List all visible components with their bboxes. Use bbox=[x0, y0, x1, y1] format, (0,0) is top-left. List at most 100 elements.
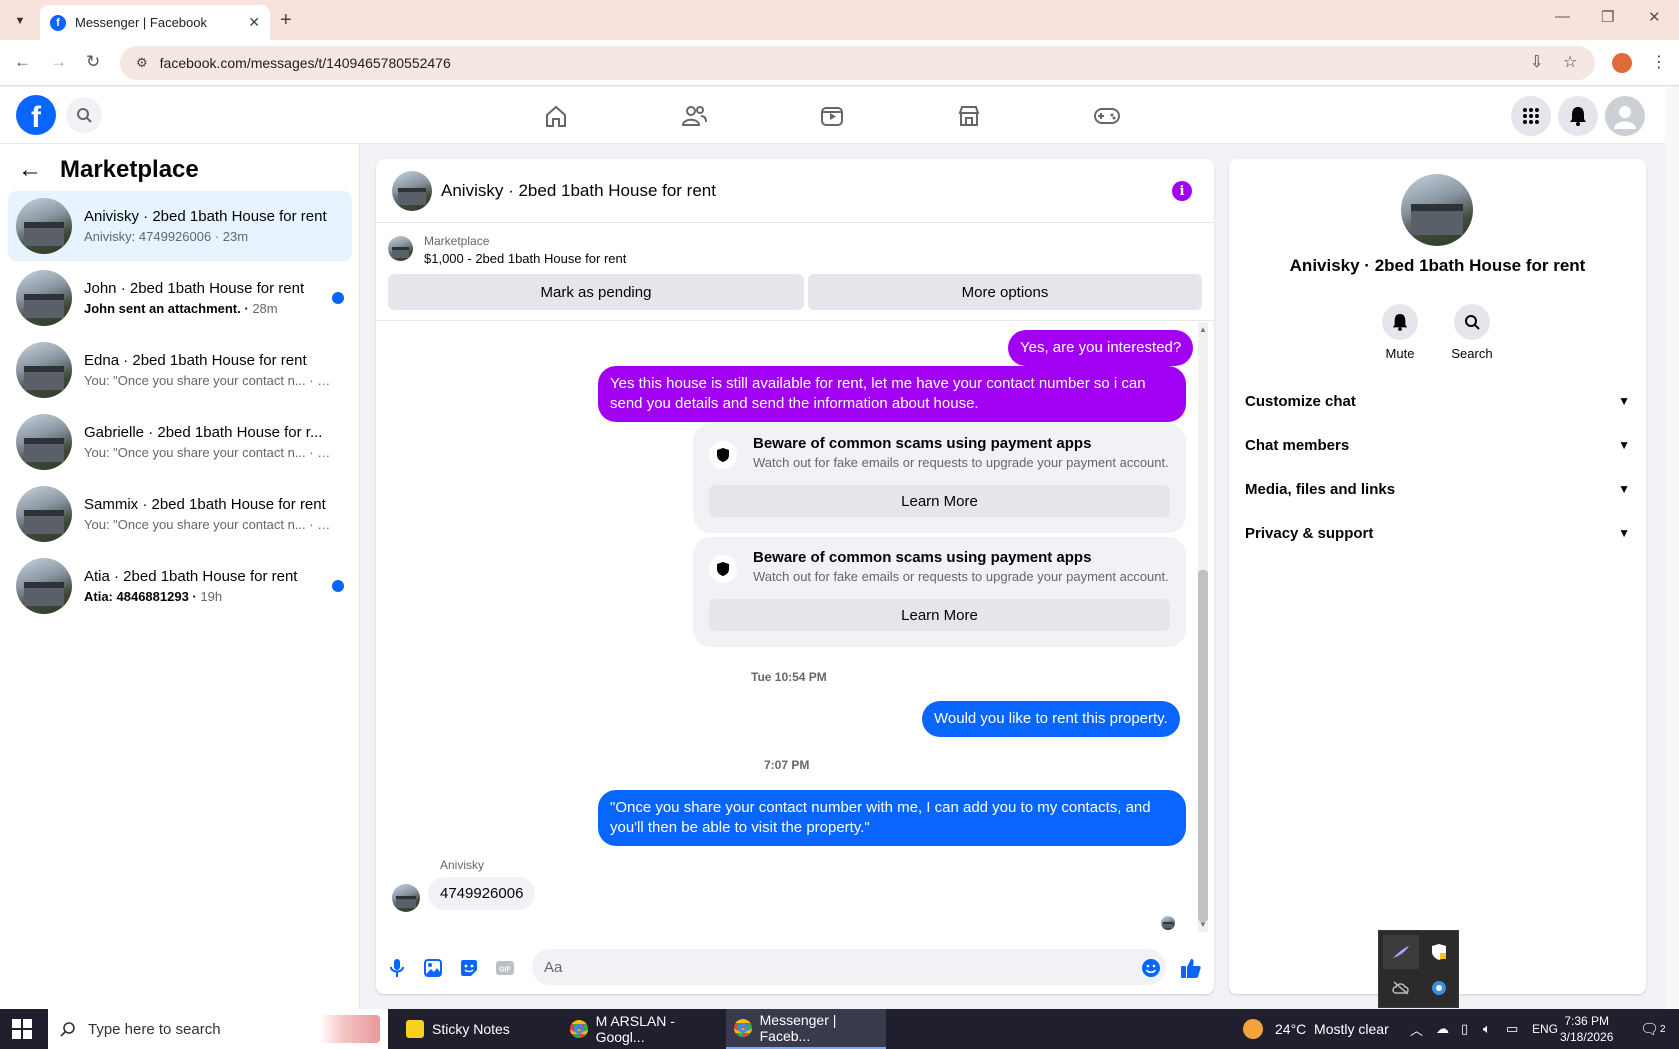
incoming-message[interactable]: 4749926006 bbox=[428, 877, 536, 910]
chat-title[interactable]: Anivisky · 2bed 1bath House for rent bbox=[441, 181, 716, 201]
conversation-item[interactable]: Gabrielle · 2bed 1bath House for r... Yo… bbox=[8, 407, 352, 477]
reload-icon[interactable]: ↻ bbox=[86, 52, 100, 72]
conversation-preview: Atia: 4846881293 bbox=[84, 589, 189, 604]
address-bar[interactable]: ⚙ facebook.com/messages/t/14094657805524… bbox=[120, 46, 1595, 80]
conversation-time: 28m bbox=[252, 301, 278, 316]
network-icon[interactable]: ▭ bbox=[1506, 1009, 1518, 1049]
mark-as-pending-button[interactable]: Mark as pending bbox=[388, 274, 804, 310]
mute-label: Mute bbox=[1385, 346, 1415, 361]
listing-banner-thumbnail[interactable] bbox=[388, 236, 413, 261]
listing-thumbnail bbox=[16, 342, 72, 398]
customize-chat-row[interactable]: Customize chat ▼ bbox=[1245, 383, 1630, 419]
windows-taskbar: Type here to search Sticky Notes M ARSLA… bbox=[0, 1009, 1679, 1049]
thumbs-up-icon[interactable] bbox=[1180, 957, 1202, 979]
conversation-preview: You: "Once you share your contact n... bbox=[84, 517, 306, 532]
app-tray-icon[interactable] bbox=[1421, 971, 1457, 1005]
clock-date: 3/18/2026 bbox=[1560, 1030, 1614, 1044]
account-avatar-button[interactable] bbox=[1605, 96, 1645, 136]
chat-scrollbar-thumb[interactable] bbox=[1198, 570, 1208, 922]
search-in-conversation-button[interactable]: Search bbox=[1442, 304, 1502, 361]
security-shield-icon[interactable] bbox=[1421, 935, 1457, 969]
search-label: Search bbox=[1451, 346, 1493, 361]
menu-grid-button[interactable] bbox=[1511, 96, 1551, 136]
notification-count: 2 bbox=[1660, 1023, 1666, 1035]
cloud-offline-icon[interactable] bbox=[1383, 971, 1419, 1005]
learn-more-button[interactable]: Learn More bbox=[709, 599, 1170, 631]
outgoing-message[interactable]: Yes this house is still available for re… bbox=[598, 366, 1186, 422]
show-hidden-icons-chevron-icon[interactable]: ︿ bbox=[1410, 1009, 1423, 1049]
taskbar-app-sticky-notes[interactable]: Sticky Notes bbox=[398, 1009, 558, 1049]
friends-nav-icon[interactable] bbox=[679, 101, 709, 131]
privacy-support-row[interactable]: Privacy & support ▼ bbox=[1245, 515, 1630, 551]
conversation-item[interactable]: Edna · 2bed 1bath House for rent You: "O… bbox=[8, 335, 352, 405]
conversation-name: Atia · 2bed 1bath House for rent bbox=[84, 568, 298, 585]
forward-icon[interactable]: → bbox=[50, 52, 67, 72]
new-tab-icon[interactable]: + bbox=[280, 9, 292, 32]
notifications-button[interactable] bbox=[1558, 96, 1598, 136]
page-scrollbar[interactable] bbox=[1665, 87, 1679, 1009]
back-arrow-icon[interactable]: ← bbox=[18, 156, 42, 184]
volume-icon[interactable]: 🔈︎ bbox=[1483, 1009, 1491, 1049]
conversation-item[interactable]: Anivisky · 2bed 1bath House for rent Ani… bbox=[8, 191, 352, 261]
battery-icon[interactable]: ▯ bbox=[1461, 1009, 1468, 1049]
taskbar-app-label: Sticky Notes bbox=[432, 1021, 510, 1037]
learn-more-button[interactable]: Learn More bbox=[709, 485, 1170, 517]
tab-search-chevron-icon[interactable]: ▼ bbox=[8, 9, 32, 33]
close-window-icon[interactable]: ✕ bbox=[1648, 8, 1661, 26]
mute-button[interactable]: Mute bbox=[1370, 304, 1430, 361]
media-files-links-row[interactable]: Media, files and links ▼ bbox=[1245, 471, 1630, 507]
sticker-icon[interactable] bbox=[458, 957, 480, 979]
shield-icon bbox=[709, 555, 737, 583]
browser-menu-icon[interactable]: ⋮ bbox=[1651, 52, 1667, 72]
bell-icon bbox=[1570, 107, 1586, 126]
outgoing-message[interactable]: Would you like to rent this property. bbox=[922, 701, 1180, 737]
back-icon[interactable]: ← bbox=[14, 52, 31, 72]
photo-icon[interactable] bbox=[422, 957, 444, 979]
outgoing-message[interactable]: "Once you share your contact number with… bbox=[598, 790, 1186, 846]
weather-widget[interactable]: 24°C Mostly clear bbox=[1243, 1009, 1389, 1049]
sender-avatar[interactable] bbox=[392, 884, 420, 912]
marketplace-nav-icon[interactable] bbox=[954, 101, 984, 131]
taskbar-app-chrome-arslan[interactable]: M ARSLAN - Googl... bbox=[562, 1009, 722, 1049]
gaming-nav-icon[interactable] bbox=[1092, 101, 1122, 131]
language-indicator[interactable]: ENG bbox=[1532, 1009, 1558, 1049]
listing-price[interactable]: $1,000 - 2bed 1bath House for rent bbox=[424, 251, 626, 266]
scroll-up-icon[interactable]: ▲ bbox=[1199, 325, 1207, 334]
install-app-icon[interactable]: ⇩ bbox=[1530, 52, 1543, 72]
microphone-icon[interactable] bbox=[386, 957, 408, 979]
site-info-icon[interactable]: ⚙ bbox=[136, 55, 148, 71]
conversation-item[interactable]: Atia · 2bed 1bath House for rent Atia: 4… bbox=[8, 551, 352, 621]
onedrive-icon[interactable]: ☁ bbox=[1436, 1009, 1449, 1049]
notification-center-icon[interactable]: 🗨︎ 2 bbox=[1640, 1009, 1666, 1049]
minimize-icon[interactable]: — bbox=[1555, 8, 1570, 25]
chat-listing-thumbnail[interactable] bbox=[392, 170, 432, 211]
more-options-button[interactable]: More options bbox=[808, 274, 1202, 310]
emoji-icon[interactable] bbox=[1140, 957, 1162, 979]
gif-icon[interactable]: GIF bbox=[494, 957, 516, 979]
conversation-info-icon[interactable]: i bbox=[1172, 181, 1192, 201]
search-icon bbox=[60, 1022, 75, 1037]
search-icon bbox=[77, 108, 92, 123]
conversation-item[interactable]: Sammix · 2bed 1bath House for rent You: … bbox=[8, 479, 352, 549]
bookmark-star-icon[interactable]: ☆ bbox=[1563, 52, 1577, 72]
system-clock[interactable]: 7:36 PM 3/18/2026 bbox=[1560, 1013, 1613, 1045]
profile-listing-photo[interactable] bbox=[1401, 174, 1473, 246]
feather-icon[interactable] bbox=[1383, 935, 1419, 969]
scroll-down-icon[interactable]: ▼ bbox=[1199, 920, 1207, 929]
message-input[interactable] bbox=[532, 949, 1166, 985]
video-nav-icon[interactable] bbox=[817, 101, 847, 131]
browser-tab-messenger[interactable]: f Messenger | Facebook ✕ bbox=[40, 5, 270, 40]
home-nav-icon[interactable] bbox=[541, 101, 571, 131]
chat-members-row[interactable]: Chat members ▼ bbox=[1245, 427, 1630, 463]
outgoing-message[interactable]: Yes, are you interested? bbox=[1008, 330, 1194, 366]
facebook-logo-icon[interactable]: f bbox=[16, 95, 56, 135]
restore-icon[interactable]: ❐ bbox=[1601, 8, 1614, 26]
browser-profile-avatar[interactable] bbox=[1612, 53, 1632, 73]
taskbar-search-box[interactable]: Type here to search bbox=[48, 1009, 388, 1049]
windows-start-icon[interactable] bbox=[12, 1019, 32, 1039]
facebook-search-button[interactable] bbox=[66, 97, 102, 133]
close-tab-icon[interactable]: ✕ bbox=[248, 14, 260, 31]
taskbar-app-chrome-messenger[interactable]: Messenger | Faceb... bbox=[726, 1009, 886, 1049]
chat-scrollbar[interactable]: ▲ ▼ bbox=[1196, 322, 1210, 932]
conversation-item[interactable]: John · 2bed 1bath House for rent John se… bbox=[8, 263, 352, 333]
